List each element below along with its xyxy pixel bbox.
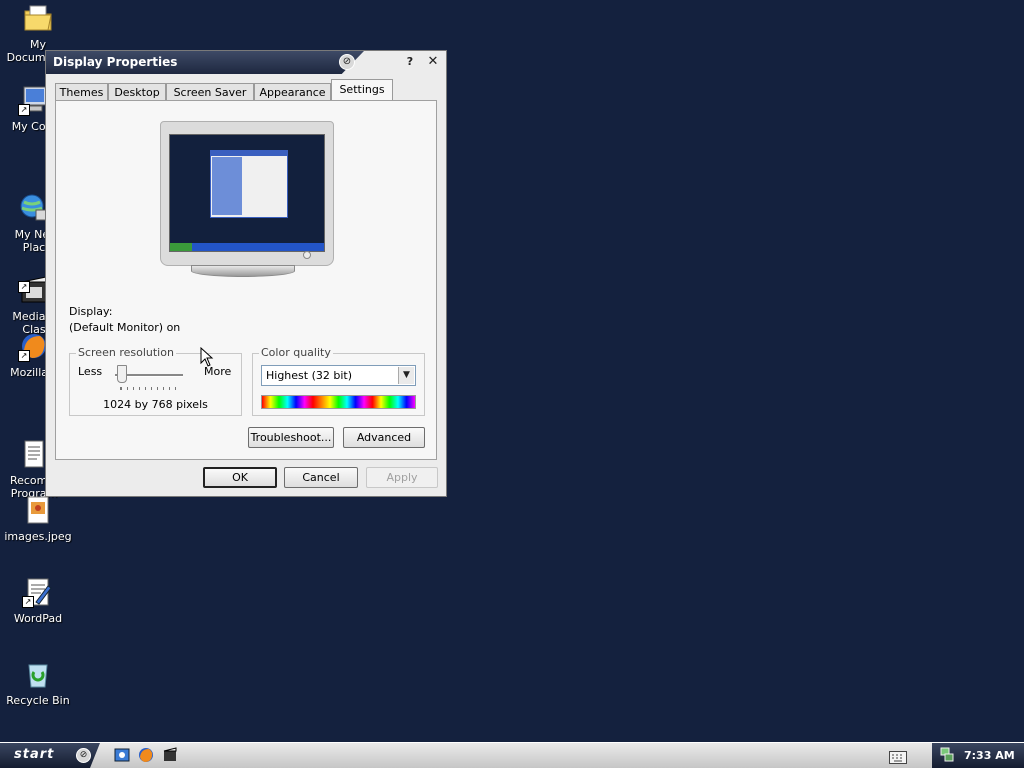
color-spectrum-bar [261,395,416,409]
start-button[interactable]: start ⊘ [0,743,100,768]
resolution-slider-thumb[interactable] [117,365,127,383]
start-logo-icon: ⊘ [76,748,91,763]
color-quality-select[interactable]: Highest (32 bit) ▼ [261,365,416,386]
help-button[interactable]: ? [404,55,416,69]
mini-start-button [170,243,192,251]
close-button[interactable]: ✕ [426,55,440,69]
clock[interactable]: 7:33 AM [964,749,1015,762]
monitor-screen [169,134,325,252]
mouse-cursor-icon [200,346,214,367]
shortcut-arrow-icon: ↗ [18,350,30,362]
recycle-bin-icon [22,658,54,690]
system-menu-icon[interactable]: ⊘ [339,54,355,70]
taskbar: start ⊘ 7:33 AM [0,742,1024,768]
chevron-down-icon[interactable]: ▼ [398,367,414,384]
monitor-stand [191,265,295,277]
color-quality-group: Color quality Highest (32 bit) ▼ [252,346,425,416]
advanced-button[interactable]: Advanced [343,427,425,448]
cancel-button[interactable]: Cancel [284,467,358,488]
desktop-icon-label: WordPad [13,612,63,625]
title-bar[interactable]: Display Properties ⊘ ? ✕ [46,51,446,74]
wordpad-icon: ↗ [22,576,54,608]
desktop-icon-recycle-bin[interactable]: Recycle Bin [0,658,76,707]
tab-desktop[interactable]: Desktop [108,83,166,100]
desktop-icon-images-jpeg[interactable]: images.jpeg [0,494,76,543]
mini-window-preview [210,150,288,218]
desktop-icon-wordpad[interactable]: ↗ WordPad [0,576,76,625]
start-label: start [14,747,55,762]
desktop-icon-label: Recycle Bin [6,694,70,707]
settings-panel: Display: (Default Monitor) on Screen res… [55,100,437,460]
display-properties-window: Display Properties ⊘ ? ✕ Themes Desktop … [45,50,447,497]
color-quality-selected: Highest (32 bit) [266,369,353,382]
display-value: (Default Monitor) on [69,321,181,334]
resolution-slider-ticks [120,387,181,390]
tab-themes[interactable]: Themes [55,83,108,100]
tab-settings[interactable]: Settings [331,79,393,100]
folder-icon [22,2,54,34]
desktop-icon-label: images.jpeg [4,530,72,543]
show-desktop-icon[interactable] [114,747,130,763]
ok-button[interactable]: OK [203,467,277,488]
shortcut-arrow-icon: ↗ [18,281,30,293]
network-tray-icon[interactable] [940,747,954,763]
system-tray: 7:33 AM [932,743,1024,768]
mini-taskbar [170,243,324,251]
tab-appearance[interactable]: Appearance [254,83,331,100]
power-button-icon [303,251,311,259]
tab-screen-saver[interactable]: Screen Saver [166,83,254,100]
monitor-preview [160,121,334,266]
shortcut-arrow-icon: ↗ [18,104,30,116]
resolution-value: 1024 by 768 pixels [103,398,208,411]
screen-resolution-legend: Screen resolution [76,346,176,359]
display-label: Display: [69,305,113,318]
troubleshoot-button[interactable]: Troubleshoot... [248,427,334,448]
image-file-icon [22,494,54,526]
firefox-quicklaunch-icon[interactable] [138,747,154,763]
keyboard-icon[interactable] [889,749,907,764]
apply-button[interactable]: Apply [366,467,438,488]
screen-resolution-group: Screen resolution Less More 1024 by 768 … [69,346,242,416]
color-quality-legend: Color quality [259,346,333,359]
window-title: Display Properties [53,55,178,69]
media-player-quicklaunch-icon[interactable] [162,747,178,763]
shortcut-arrow-icon: ↗ [22,596,34,608]
resolution-less-label: Less [78,365,103,378]
